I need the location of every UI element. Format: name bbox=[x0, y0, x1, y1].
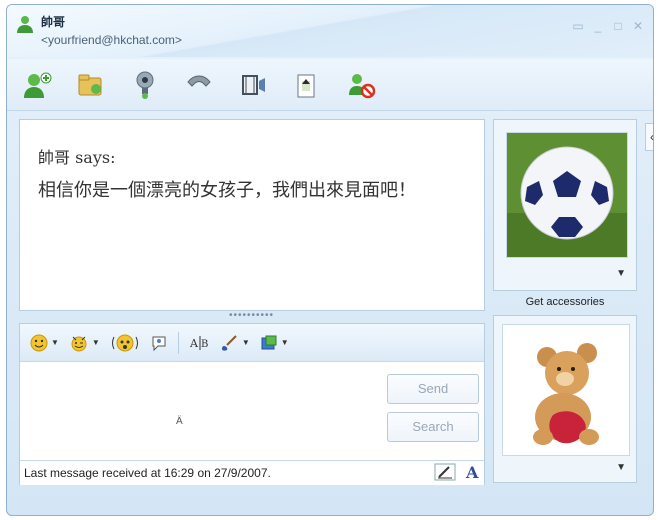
sender-says: 帥哥 says: bbox=[38, 148, 116, 167]
svg-text:A: A bbox=[189, 337, 199, 350]
resize-grip[interactable]: •••••••••• bbox=[229, 311, 273, 321]
format-toolbar: ▼ ▼ AB ▼ ▼ bbox=[20, 324, 484, 362]
collapse-panel-chevron-icon[interactable]: ‹ bbox=[645, 123, 653, 151]
picture-menu-chevron-icon[interactable]: ▼ bbox=[616, 268, 626, 279]
text-cursor: Ä bbox=[176, 416, 183, 427]
maximize-icon[interactable]: □ bbox=[611, 19, 625, 33]
block-icon[interactable] bbox=[341, 67, 381, 103]
contact-display-picture-panel: ▼ bbox=[493, 119, 637, 291]
send-button[interactable]: Send bbox=[387, 374, 479, 404]
background-button[interactable]: ▼ bbox=[221, 334, 250, 352]
minimize-icon[interactable]: _ bbox=[591, 19, 605, 33]
chevron-down-icon: ▼ bbox=[280, 338, 289, 347]
display-picture-soccer-ball[interactable] bbox=[506, 132, 628, 258]
invite-icon[interactable] bbox=[17, 67, 57, 103]
games-icon[interactable] bbox=[287, 67, 327, 103]
message-text: 相信你是一個漂亮的女孩子，我們出來見面吧！ bbox=[38, 180, 416, 201]
buddy-icon bbox=[15, 14, 35, 34]
text-style-icon[interactable]: A bbox=[464, 463, 480, 481]
get-accessories-link[interactable]: Get accessories bbox=[493, 296, 637, 308]
nudge-icon bbox=[111, 334, 138, 351]
paint-brush-icon bbox=[221, 334, 237, 351]
voice-clip-button[interactable] bbox=[150, 334, 168, 352]
divider bbox=[177, 331, 179, 354]
toolbar bbox=[7, 59, 653, 111]
chevron-down-icon: ▼ bbox=[51, 338, 59, 347]
title-bar: 帥哥 <yourfriend@hkchat.com> ▭ _ □ ✕ bbox=[7, 5, 653, 57]
chevron-down-icon: ▼ bbox=[91, 338, 100, 347]
font-button[interactable]: AB bbox=[189, 334, 211, 352]
contact-name: 帥哥 bbox=[41, 15, 66, 29]
chat-window: 帥哥 <yourfriend@hkchat.com> ▭ _ □ ✕ 帥哥 sa… bbox=[6, 4, 654, 516]
theme-button[interactable]: ▼ bbox=[260, 334, 289, 352]
picture-menu-chevron-icon[interactable]: ▼ bbox=[616, 462, 626, 473]
last-message-status: Last message received at 16:29 on 27/9/2… bbox=[24, 466, 271, 480]
status-icons: A bbox=[434, 463, 480, 481]
my-display-picture-panel: ▼ bbox=[493, 315, 637, 483]
conversation-pane[interactable]: 帥哥 says: 相信你是一個漂亮的女孩子，我們出來見面吧！ bbox=[19, 119, 485, 311]
wink-icon bbox=[71, 336, 87, 351]
display-picture-teddy-bear[interactable] bbox=[502, 324, 630, 456]
svg-text:A: A bbox=[465, 463, 479, 481]
chevron-down-icon: ▼ bbox=[241, 338, 250, 347]
share-files-icon[interactable] bbox=[71, 67, 111, 103]
search-button[interactable]: Search bbox=[387, 412, 479, 442]
smiley-icon bbox=[30, 334, 48, 351]
wink-button[interactable]: ▼ bbox=[69, 334, 100, 352]
call-icon[interactable] bbox=[179, 67, 219, 103]
handwriting-icon[interactable] bbox=[434, 463, 456, 481]
video-icon[interactable] bbox=[233, 67, 273, 103]
font-icon: AB bbox=[189, 335, 208, 350]
speech-bubble-icon bbox=[152, 336, 166, 351]
theme-icon bbox=[261, 335, 277, 349]
emoticon-button[interactable]: ▼ bbox=[30, 334, 59, 352]
compose-area: ▼ ▼ AB ▼ ▼ Ä Send Search Last message re… bbox=[19, 323, 485, 485]
contact-email: <yourfriend@hkchat.com> bbox=[41, 33, 182, 47]
window-controls: ▭ _ □ ✕ bbox=[571, 19, 645, 33]
svg-text:B: B bbox=[201, 339, 208, 350]
close-icon[interactable]: ✕ bbox=[631, 19, 645, 33]
restore-icon[interactable]: ▭ bbox=[571, 19, 585, 33]
status-bar: Last message received at 16:29 on 27/9/2… bbox=[20, 460, 484, 485]
nudge-button[interactable] bbox=[110, 333, 140, 353]
webcam-icon[interactable] bbox=[125, 67, 165, 103]
